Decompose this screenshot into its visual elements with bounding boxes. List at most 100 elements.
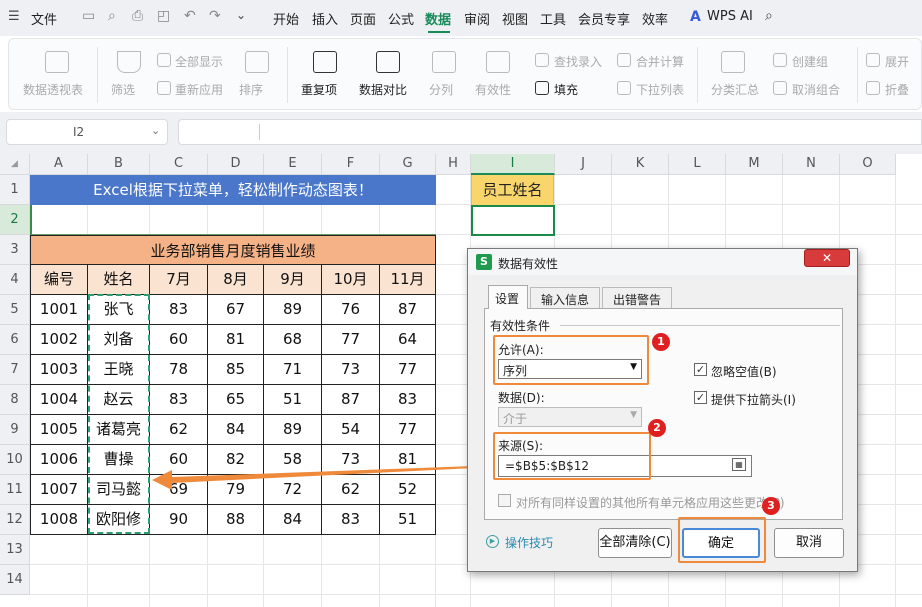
- hamburger-icon[interactable]: ☰: [8, 9, 20, 24]
- table-cell[interactable]: 1006: [30, 445, 88, 475]
- table-cell[interactable]: 88: [208, 505, 264, 535]
- compare-button[interactable]: 数据对比: [359, 81, 407, 98]
- column-header-c[interactable]: C: [150, 154, 208, 175]
- table-cell[interactable]: 77: [380, 355, 436, 385]
- table-cell[interactable]: 64: [380, 325, 436, 355]
- table-cell[interactable]: 83: [150, 385, 208, 415]
- column-header-i[interactable]: I: [471, 154, 555, 175]
- select-all-corner[interactable]: ◢: [0, 154, 30, 175]
- table-cell[interactable]: 62: [150, 415, 208, 445]
- ignore-blank-checkbox[interactable]: ✓: [694, 363, 707, 376]
- column-header-b[interactable]: B: [88, 154, 150, 175]
- tab-settings[interactable]: 设置: [488, 285, 528, 309]
- row-header-11[interactable]: 11: [0, 475, 30, 505]
- employee-name-header-cell[interactable]: 员工姓名: [471, 175, 554, 205]
- chevron-down-icon[interactable]: ⌄: [236, 8, 246, 22]
- file-menu[interactable]: 文件: [31, 9, 57, 28]
- undo-icon[interactable]: ↶: [184, 8, 196, 24]
- subtotal-button[interactable]: 分类汇总: [711, 81, 759, 98]
- column-header-n[interactable]: N: [783, 154, 840, 175]
- expand-button[interactable]: 展开: [885, 53, 909, 70]
- table-header-cell[interactable]: 10月: [322, 265, 380, 295]
- range-picker-icon[interactable]: ▦: [732, 458, 746, 471]
- column-header-a[interactable]: A: [30, 154, 88, 175]
- dropdown-arrow-checkbox[interactable]: ✓: [694, 391, 707, 404]
- row-header-9[interactable]: 9: [0, 415, 30, 445]
- chevron-down-icon[interactable]: ⌄: [151, 124, 160, 137]
- dialog-titlebar[interactable]: S 数据有效性 ✕: [468, 249, 857, 275]
- table-cell[interactable]: 77: [322, 325, 380, 355]
- column-header-e[interactable]: E: [264, 154, 322, 175]
- row-header-5[interactable]: 5: [0, 295, 30, 325]
- column-header-j[interactable]: J: [555, 154, 612, 175]
- table-cell[interactable]: 83: [150, 295, 208, 325]
- fill-button[interactable]: 填充: [554, 81, 578, 98]
- table-cell[interactable]: 90: [150, 505, 208, 535]
- table-cell[interactable]: 65: [208, 385, 264, 415]
- create-group-button[interactable]: 创建组: [792, 53, 828, 70]
- table-cell[interactable]: 1007: [30, 475, 88, 505]
- filter-button[interactable]: 筛选: [111, 81, 135, 98]
- row-header-1[interactable]: 1: [0, 175, 30, 205]
- table-cell[interactable]: 73: [322, 355, 380, 385]
- row-header-12[interactable]: 12: [0, 505, 30, 535]
- column-header-d[interactable]: D: [208, 154, 264, 175]
- table-cell[interactable]: 87: [322, 385, 380, 415]
- table-header-cell[interactable]: 姓名: [88, 265, 150, 295]
- column-header-m[interactable]: M: [726, 154, 783, 175]
- apply-all-checkbox[interactable]: [498, 494, 511, 507]
- redo-icon[interactable]: ↷: [209, 8, 221, 24]
- save-icon[interactable]: ▭: [82, 8, 95, 24]
- table-cell[interactable]: 1001: [30, 295, 88, 325]
- table-cell[interactable]: 54: [322, 415, 380, 445]
- row-header-8[interactable]: 8: [0, 385, 30, 415]
- export-icon[interactable]: ⌕: [108, 8, 116, 24]
- print-icon[interactable]: ⎙: [132, 8, 143, 24]
- search-icon[interactable]: ⌕: [765, 8, 773, 24]
- table-header-cell[interactable]: 编号: [30, 265, 88, 295]
- table-cell[interactable]: 68: [264, 325, 322, 355]
- tips-link[interactable]: 操作技巧: [505, 534, 553, 551]
- tab-page[interactable]: 页面: [350, 9, 376, 28]
- sort-button[interactable]: 排序: [239, 81, 263, 98]
- cancel-button[interactable]: 取消: [774, 528, 844, 558]
- ungroup-button[interactable]: 取消组合: [792, 81, 840, 98]
- column-header-o[interactable]: O: [840, 154, 896, 175]
- row-header-7[interactable]: 7: [0, 355, 30, 385]
- row-header-14[interactable]: 14: [0, 565, 30, 595]
- collapse-button[interactable]: 折叠: [885, 81, 909, 98]
- column-header-l[interactable]: L: [669, 154, 726, 175]
- data-select[interactable]: 介于 ▼: [498, 407, 642, 427]
- table-title[interactable]: 业务部销售月度销售业绩: [30, 235, 436, 265]
- table-cell[interactable]: 1002: [30, 325, 88, 355]
- table-cell[interactable]: 84: [208, 415, 264, 445]
- sheet-title-banner[interactable]: Excel根据下拉菜单，轻松制作动态图表！: [30, 175, 436, 205]
- table-cell[interactable]: 83: [322, 505, 380, 535]
- table-cell[interactable]: 89: [264, 415, 322, 445]
- ok-button[interactable]: 确定: [682, 528, 760, 558]
- tab-efficiency[interactable]: 效率: [642, 9, 668, 28]
- tab-error-alert[interactable]: 出错警告: [602, 287, 672, 309]
- table-cell[interactable]: 84: [264, 505, 322, 535]
- merge-calc-button[interactable]: 合并计算: [636, 53, 684, 70]
- tab-member[interactable]: 会员专享: [578, 9, 630, 28]
- duplicates-button[interactable]: 重复项: [301, 81, 337, 98]
- tab-home[interactable]: 开始: [273, 9, 299, 28]
- wps-ai-button[interactable]: WPS AI: [707, 9, 753, 24]
- table-cell[interactable]: 81: [208, 325, 264, 355]
- tab-data[interactable]: 数据: [425, 9, 451, 28]
- show-all-button[interactable]: 全部显示: [175, 53, 223, 70]
- table-cell[interactable]: 1005: [30, 415, 88, 445]
- row-header-2[interactable]: 2: [0, 205, 30, 235]
- row-header-13[interactable]: 13: [0, 535, 30, 565]
- tab-formula[interactable]: 公式: [388, 9, 414, 28]
- active-cell-i2[interactable]: [471, 205, 555, 236]
- row2-range[interactable]: [30, 205, 436, 235]
- table-cell[interactable]: 87: [380, 295, 436, 325]
- row-header-10[interactable]: 10: [0, 445, 30, 475]
- clear-all-button[interactable]: 全部清除(C): [598, 528, 672, 558]
- reapply-button[interactable]: 重新应用: [175, 81, 223, 98]
- table-header-cell[interactable]: 8月: [208, 265, 264, 295]
- tab-tools[interactable]: 工具: [540, 9, 566, 28]
- table-header-cell[interactable]: 9月: [264, 265, 322, 295]
